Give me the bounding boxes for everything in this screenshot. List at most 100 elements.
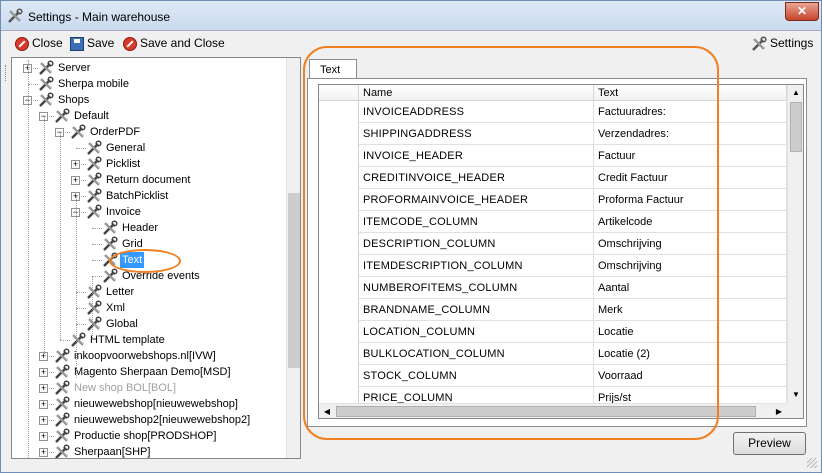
settings-button[interactable]: Settings xyxy=(751,34,813,52)
grid-vertical-scrollbar[interactable]: ▲ ▼ xyxy=(787,85,803,403)
table-row[interactable]: BRANDNAME_COLUMN Merk xyxy=(319,299,787,321)
table-row[interactable]: PROFORMAINVOICE_HEADER Proforma Factuur xyxy=(319,189,787,211)
row-header[interactable] xyxy=(319,101,359,123)
row-header[interactable] xyxy=(319,123,359,145)
row-header[interactable] xyxy=(319,277,359,299)
cell-name[interactable]: ITEMCODE_COLUMN xyxy=(359,211,594,233)
row-header[interactable] xyxy=(319,167,359,189)
cell-name[interactable]: SHIPPINGADDRESS xyxy=(359,123,594,145)
cell-text[interactable]: Artikelcode xyxy=(594,211,787,233)
tab-text[interactable]: Text xyxy=(309,59,357,79)
table-row[interactable]: STOCK_COLUMN Voorraad xyxy=(319,365,787,387)
tree-expander-icon[interactable]: + xyxy=(71,176,80,185)
tree-node-label: Xml xyxy=(106,302,125,314)
row-header[interactable] xyxy=(319,365,359,387)
cell-text[interactable]: Factuur xyxy=(594,145,787,167)
grid-hscroll-thumb[interactable] xyxy=(336,406,756,417)
tree-connector xyxy=(60,340,70,341)
window-close-button[interactable]: ✕ xyxy=(785,2,819,21)
cell-name[interactable]: PROFORMAINVOICE_HEADER xyxy=(359,189,594,211)
cell-name[interactable]: LOCATION_COLUMN xyxy=(359,321,594,343)
tree-node-label: New shop BOL[BOL] xyxy=(74,382,177,394)
cell-name[interactable]: INVOICEADDRESS xyxy=(359,101,594,123)
row-header[interactable] xyxy=(319,255,359,277)
table-row[interactable]: ITEMDESCRIPTION_COLUMN Omschrijving xyxy=(319,255,787,277)
text-grid[interactable]: Name Text INVOICEADDRESS Factuuradres: SHI… xyxy=(318,84,804,419)
tree-expander-icon[interactable]: + xyxy=(71,160,80,169)
cell-text[interactable]: Locatie (2) xyxy=(594,343,787,365)
cell-text[interactable]: Merk xyxy=(594,299,787,321)
scroll-down-arrow-icon[interactable]: ▼ xyxy=(788,387,803,403)
row-header[interactable] xyxy=(319,343,359,365)
close-button[interactable]: Close xyxy=(15,34,63,52)
table-row[interactable]: INVOICEADDRESS Factuuradres: xyxy=(319,101,787,123)
table-row[interactable]: CREDITINVOICE_HEADER Credit Factuur xyxy=(319,167,787,189)
cell-text[interactable]: Proforma Factuur xyxy=(594,189,787,211)
tree-connector xyxy=(60,132,61,340)
cell-text[interactable]: Credit Factuur xyxy=(594,167,787,189)
cell-text[interactable]: Omschrijving xyxy=(594,255,787,277)
tree-node-label: Invoice xyxy=(106,206,141,218)
grid-vscroll-thumb[interactable] xyxy=(790,102,802,152)
row-header[interactable] xyxy=(319,299,359,321)
scroll-left-arrow-icon[interactable]: ◀ xyxy=(319,404,335,418)
tree-expander-icon[interactable]: + xyxy=(39,384,48,393)
scroll-right-arrow-icon[interactable]: ▶ xyxy=(771,404,787,418)
table-row[interactable]: SHIPPINGADDRESS Verzendadres: xyxy=(319,123,787,145)
column-header-name[interactable]: Name xyxy=(359,85,594,101)
cell-text[interactable]: Omschrijving xyxy=(594,233,787,255)
save-and-close-button[interactable]: Save and Close xyxy=(123,34,225,52)
close-button-label: Close xyxy=(32,36,63,50)
row-header-corner xyxy=(319,85,359,101)
tools-icon xyxy=(54,108,70,124)
cell-text[interactable]: Verzendadres: xyxy=(594,123,787,145)
preview-button[interactable]: Preview xyxy=(733,432,806,455)
row-header[interactable] xyxy=(319,211,359,233)
table-row[interactable]: BULKLOCATION_COLUMN Locatie (2) xyxy=(319,343,787,365)
toolbar-grip[interactable] xyxy=(5,65,8,81)
column-header-text[interactable]: Text xyxy=(594,85,787,101)
cell-name[interactable]: BRANDNAME_COLUMN xyxy=(359,299,594,321)
tools-icon xyxy=(8,8,23,23)
grid-horizontal-scrollbar[interactable]: ◀ ▶ xyxy=(319,403,787,418)
tools-icon xyxy=(70,124,86,140)
tree-expander-icon[interactable]: + xyxy=(39,448,48,457)
cell-text[interactable]: Factuuradres: xyxy=(594,101,787,123)
cell-text[interactable]: Aantal xyxy=(594,277,787,299)
tree-expander-icon[interactable]: + xyxy=(39,400,48,409)
cell-name[interactable]: INVOICE_HEADER xyxy=(359,145,594,167)
cell-name[interactable]: NUMBEROFITEMS_COLUMN xyxy=(359,277,594,299)
table-row[interactable]: DESCRIPTION_COLUMN Omschrijving xyxy=(319,233,787,255)
cell-text[interactable]: Voorraad xyxy=(594,365,787,387)
cell-name[interactable]: BULKLOCATION_COLUMN xyxy=(359,343,594,365)
table-row[interactable]: ITEMCODE_COLUMN Artikelcode xyxy=(319,211,787,233)
cell-name[interactable]: CREDITINVOICE_HEADER xyxy=(359,167,594,189)
table-row[interactable]: NUMBEROFITEMS_COLUMN Aantal xyxy=(319,277,787,299)
tree-expander-icon[interactable]: + xyxy=(39,416,48,425)
tools-icon xyxy=(54,396,70,412)
tools-icon xyxy=(86,156,102,172)
tree-scroll-thumb[interactable] xyxy=(288,193,300,368)
cell-name[interactable]: ITEMDESCRIPTION_COLUMN xyxy=(359,255,594,277)
tools-icon xyxy=(102,268,118,284)
row-header[interactable] xyxy=(319,189,359,211)
cell-name[interactable]: STOCK_COLUMN xyxy=(359,365,594,387)
table-row[interactable]: INVOICE_HEADER Factuur xyxy=(319,145,787,167)
settings-tree[interactable]: Server + Sherpa mobile Shops − Default − OrderP… xyxy=(11,57,301,459)
tree-expander-icon[interactable]: + xyxy=(39,368,48,377)
tree-node-label: nieuwewebshop[nieuwewebshop] xyxy=(74,398,238,410)
floppy-disk-icon xyxy=(70,36,84,51)
row-header[interactable] xyxy=(319,233,359,255)
resize-grip[interactable] xyxy=(807,458,817,468)
cell-name[interactable]: DESCRIPTION_COLUMN xyxy=(359,233,594,255)
scroll-up-arrow-icon[interactable]: ▲ xyxy=(788,85,803,101)
tree-expander-icon[interactable]: + xyxy=(39,432,48,441)
cell-text[interactable]: Locatie xyxy=(594,321,787,343)
save-button-label: Save xyxy=(87,36,115,50)
table-row[interactable]: LOCATION_COLUMN Locatie xyxy=(319,321,787,343)
row-header[interactable] xyxy=(319,321,359,343)
settings-window: Settings - Main warehouse ✕ Close Save S… xyxy=(0,0,822,473)
save-button[interactable]: Save xyxy=(70,34,114,52)
row-header[interactable] xyxy=(319,145,359,167)
tree-scrollbar[interactable] xyxy=(286,58,300,458)
